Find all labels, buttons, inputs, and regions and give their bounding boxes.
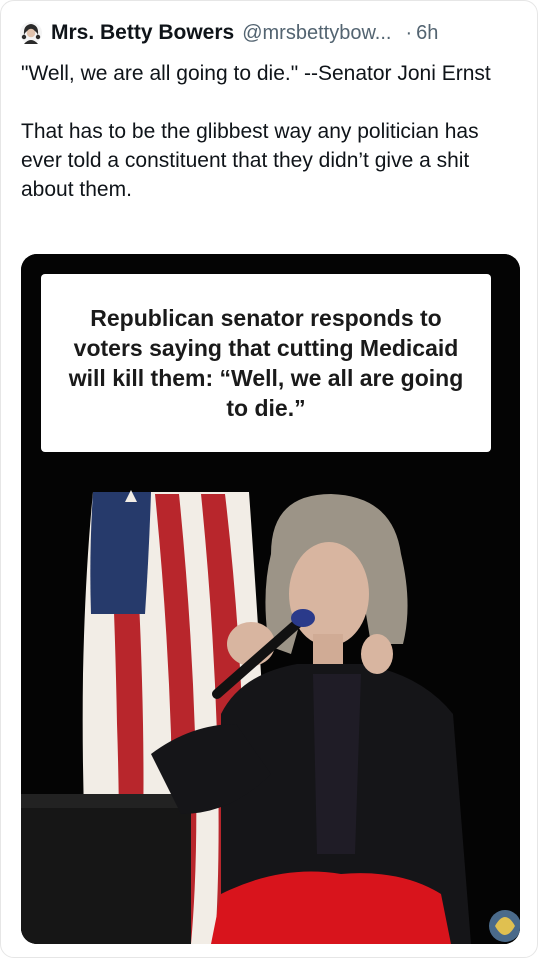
post-text-paragraph-2: That has to be the glibbest way any poli…	[21, 120, 479, 201]
avatar[interactable]	[19, 21, 43, 45]
post-timestamp[interactable]: 6h	[416, 22, 438, 45]
post-text-paragraph-1: "Well, we are all going to die." --Senat…	[21, 62, 491, 85]
separator-dot: ·	[405, 21, 413, 44]
author-handle[interactable]: @mrsbettybow...	[242, 22, 391, 45]
media-caption: Republican senator responds to voters sa…	[68, 305, 464, 421]
woman-avatar-icon	[20, 22, 42, 44]
post-media-image[interactable]: Republican senator responds to voters sa…	[21, 254, 520, 944]
network-logo	[489, 910, 520, 942]
post-text: "Well, we are all going to die." --Senat…	[21, 59, 521, 204]
author-name[interactable]: Mrs. Betty Bowers	[51, 21, 234, 45]
post-header: Mrs. Betty Bowers @mrsbettybow... · 6h	[19, 19, 529, 47]
post-card[interactable]: Mrs. Betty Bowers @mrsbettybow... · 6h "…	[0, 0, 538, 958]
caption-box: Republican senator responds to voters sa…	[41, 274, 491, 452]
podium	[21, 794, 191, 944]
